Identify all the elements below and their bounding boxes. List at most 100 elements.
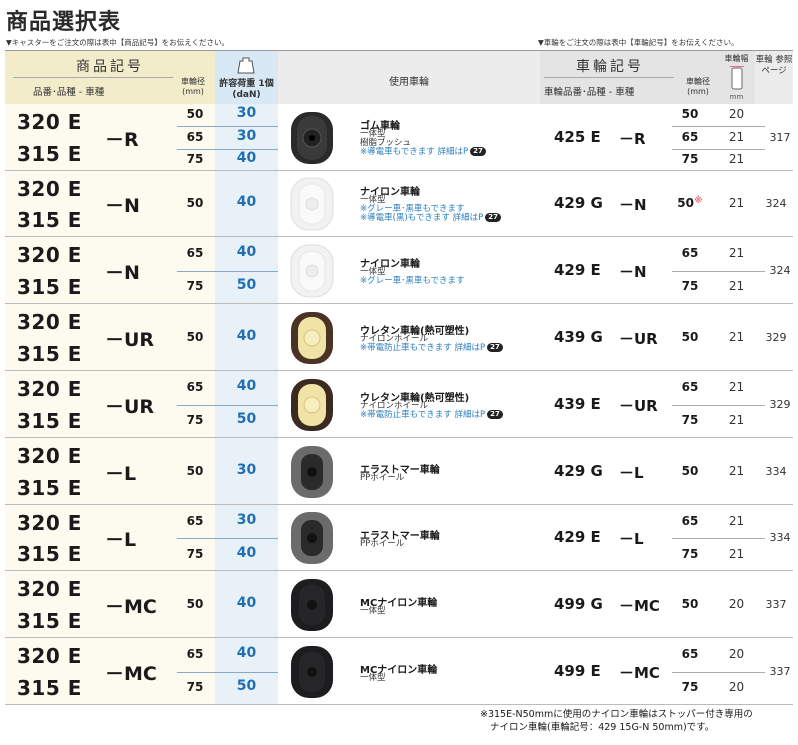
model-suffix: －MC: [105, 662, 157, 685]
wheel-diameter: 50: [186, 329, 204, 344]
wheel-image: [289, 310, 335, 366]
model-number: 315 E: [17, 476, 82, 500]
allowable-load: 30: [236, 127, 257, 144]
header-load: 許容荷重 1個(daN): [215, 51, 278, 104]
allowable-load: 40: [236, 594, 257, 611]
wheel-width: 21: [728, 196, 745, 210]
wheel-description: 一体型: [360, 605, 386, 616]
model-suffix: －N: [105, 195, 140, 217]
wheel-note: ※グレー車･黒車もできます: [360, 276, 465, 286]
wheel-width: 21: [728, 329, 745, 344]
wheel-code: 439 E: [554, 394, 601, 413]
wheel-note-text: ※帯電防止車もできます 詳細はP: [360, 409, 486, 420]
wheel-width: 21: [728, 151, 745, 166]
page-badge: 27: [470, 146, 486, 156]
wheel-suffix: －N: [619, 262, 647, 281]
wheel-image: [289, 377, 335, 433]
model-number: 320 E: [17, 644, 82, 668]
table-row: 320 E 315 E －N 50 40 ナイロン車輪 一体型 ※グレー車･黒車もできます ※導…: [5, 171, 793, 237]
page-badge: 27: [487, 409, 503, 419]
table-row: 320 E 315 E －L 65 30 75 40 エラストマー車輪 PPホイール 429 E －…: [5, 505, 793, 571]
wheel-diameter: 65: [186, 245, 204, 260]
wheel-suffix: －MC: [619, 663, 660, 682]
wheel-diameter: 65: [186, 129, 204, 144]
wheel-code: 439 G: [554, 327, 603, 346]
wheel-diameter: 65: [186, 646, 204, 661]
header-wheel-part: 車輪品番･品種 - 車種: [544, 87, 635, 98]
wheel-diameter-right: 50: [681, 463, 699, 478]
wheel-width: 21: [728, 513, 745, 528]
wheel-suffix: －N: [619, 196, 647, 214]
model-number: 320 E: [17, 577, 82, 601]
allowable-load: 50: [236, 678, 257, 695]
page-reference: 324: [765, 197, 787, 210]
wheel-width: 20: [728, 646, 745, 661]
wheel-diameter: 65: [186, 379, 204, 394]
wheel-diameter: 75: [186, 546, 204, 561]
allowable-load: 50: [236, 277, 257, 294]
header-wheel-dia: 車輪径 (mm): [181, 77, 205, 96]
wheel-note: ※帯電防止車もできます 詳細はP 27: [360, 409, 503, 420]
header-product-code: 商品記号 品番･品種 - 車種 車輪径 (mm): [5, 51, 215, 104]
page-reference: 329: [769, 397, 791, 411]
wheel-diameter: 50: [186, 196, 204, 210]
page-badge: 27: [485, 213, 501, 222]
wheel-image: [289, 444, 335, 500]
wheel-suffix: －R: [619, 129, 646, 148]
page-reference: 329: [765, 330, 787, 344]
size-divider-right: [672, 126, 755, 127]
model-number: 315 E: [17, 208, 82, 232]
wheel-image: [289, 577, 335, 633]
wheel-diameter: 75: [186, 279, 204, 294]
wheel-code: 425 E: [554, 127, 601, 146]
page-title: 商品選択表: [6, 10, 122, 35]
wheel-width: 21: [728, 129, 745, 144]
wheel-width: 21: [728, 413, 745, 428]
table-row: 320 E 315 E －N 65 40 75 50 ナイロン車輪 一体型 ※グレー車･黒車もでき…: [5, 237, 793, 304]
size-divider: [177, 271, 278, 272]
wheel-diameter-right: 65: [681, 379, 699, 394]
model-suffix: －N: [105, 261, 140, 284]
allowable-load: 40: [236, 149, 257, 166]
wheel-diameter: 75: [186, 413, 204, 428]
model-number: 320 E: [17, 511, 82, 535]
footnote-line-1: ※315E-N50mmに使用のナイロン車輪はストッパー付き専用の: [480, 709, 753, 720]
wheel-width: 21: [728, 546, 745, 561]
model-suffix: －R: [105, 128, 139, 151]
table-row: 320 E 315 E －UR 65 40 75 50 ウレタン車輪(熱可塑性) ナイロンホイー…: [5, 371, 793, 438]
wheel-diameter: 75: [186, 680, 204, 695]
wheel-diameter: 50: [186, 107, 204, 122]
wheel-diameter-right: 50: [681, 107, 699, 122]
wheel-suffix: －L: [619, 530, 644, 548]
wheel-suffix: －L: [619, 463, 644, 482]
wheel-diameter-right: 75: [681, 680, 699, 695]
page-reference: 337: [765, 597, 787, 611]
wheel-code: 499 G: [554, 594, 603, 613]
wheel-diameter: 50: [186, 596, 204, 611]
wheel-width: 20: [728, 107, 745, 122]
wheel-width: 21: [728, 279, 745, 294]
allowable-load: 30: [236, 105, 257, 122]
model-number: 320 E: [17, 243, 82, 267]
table-row: 320 E 315 E －MC 50 40 MCナイロン車輪 一体型 499 G －MC 50 20…: [5, 571, 793, 638]
size-divider-right: [672, 149, 755, 150]
wheel-description: 一体型: [360, 672, 386, 683]
wheel-image: [289, 644, 335, 700]
model-number: 320 E: [17, 310, 82, 334]
wheel-note: ※導電車(黒)もできます 詳細はP 27: [360, 213, 501, 223]
model-suffix: －MC: [105, 595, 157, 618]
wheel-diameter: 75: [186, 151, 204, 166]
size-divider-right-tail: [755, 126, 765, 127]
wheel-note: ※導電車もできます 詳細はP 27: [360, 146, 486, 157]
page-reference: 324: [769, 263, 791, 277]
wheel-code: 429 E: [554, 260, 601, 279]
wheel-note-text: ※帯電防止車もできます 詳細はP: [360, 342, 486, 353]
model-number: 315 E: [17, 342, 82, 366]
size-divider-right: [672, 672, 755, 673]
allowable-load: 40: [236, 327, 257, 344]
table-header: 商品記号 品番･品種 - 車種 車輪径 (mm) 許容荷重 1個(daN) 使用…: [5, 50, 793, 104]
product-selection-table: 商品記号 品番･品種 - 車種 車輪径 (mm) 許容荷重 1個(daN) 使用…: [5, 50, 793, 705]
header-page-ref: 車輪 参照 ページ: [755, 51, 793, 104]
table-row: 320 E 315 E －UR 50 40 ウレタン車輪(熱可塑性) ナイロンホイール ※帯電…: [5, 304, 793, 371]
wheel-diameter-right: 65: [681, 245, 699, 260]
